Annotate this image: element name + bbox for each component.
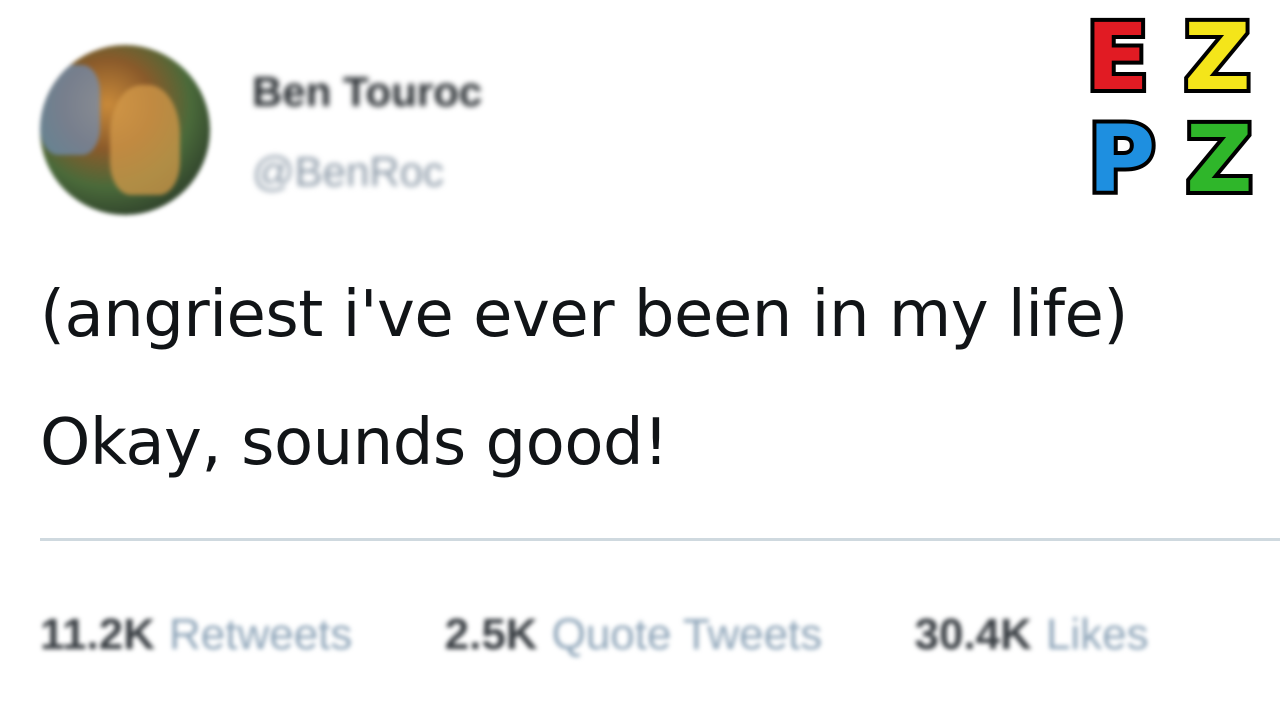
display-name[interactable]: Ben Touroc <box>252 68 482 116</box>
avatar[interactable] <box>40 45 210 215</box>
retweets-stat[interactable]: 11.2K Retweets <box>40 610 352 660</box>
tweet-text-line: Okay, sounds good! <box>40 406 669 480</box>
retweets-count: 11.2K <box>40 610 155 659</box>
logo-letter-z: Z <box>1180 4 1255 111</box>
likes-count: 30.4K <box>914 610 1032 659</box>
tweet-stats: 11.2K Retweets 2.5K Quote Tweets 30.4K Like… <box>40 610 1229 660</box>
likes-label: Likes <box>1045 610 1149 659</box>
likes-stat[interactable]: 30.4K Likes <box>915 610 1149 660</box>
quote-tweets-count: 2.5K <box>444 610 538 659</box>
tweet-text-line: (angriest i've ever been in my life) <box>40 278 1128 352</box>
quote-tweets-label: Quote Tweets <box>551 610 823 659</box>
ezpz-logo: E Z P Z <box>1082 4 1272 222</box>
divider <box>40 538 1280 541</box>
user-handle[interactable]: @BenRoc <box>252 148 444 196</box>
logo-letter-e: E <box>1082 4 1153 111</box>
logo-letter-p: P <box>1084 106 1159 213</box>
quote-tweets-stat[interactable]: 2.5K Quote Tweets <box>445 610 823 660</box>
retweets-label: Retweets <box>168 610 353 659</box>
logo-letter-z: Z <box>1182 106 1257 213</box>
